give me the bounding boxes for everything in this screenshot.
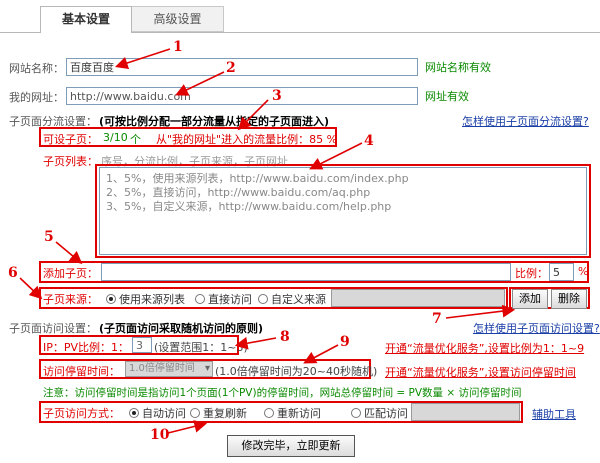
site-name-status: 网站名称有效 [425, 61, 491, 74]
submit-button[interactable]: 修改完毕，立即更新 [227, 435, 355, 457]
add-page-label: 添加子页： [43, 267, 98, 280]
pv-ratio-input[interactable] [132, 337, 152, 353]
notice-text: 注意：访问停留时间是指访问1个页面(1个PV)的停留时间，网站总停留时间 = P… [43, 387, 522, 399]
callout-10: 10 [150, 427, 170, 443]
traffic-ratio-text: 从"我的网址"进入的流量比例：85 % [156, 133, 338, 146]
site-name-input[interactable] [66, 58, 418, 76]
delete-button[interactable]: 删除 [551, 289, 587, 309]
visit-help-link[interactable]: 怎样使用子页面访问设置? [473, 320, 600, 336]
split-help-link[interactable]: 怎样使用子页面分流设置? [462, 113, 589, 129]
list-item: 2、5%，直接访问，http://www.baidu.com/aq.php [106, 186, 371, 199]
promo-link-ratio[interactable]: 开通“流量优化服务”,设置比例为1：1~9 [385, 340, 584, 356]
custom-source-input[interactable] [331, 289, 505, 307]
page-list-textarea[interactable]: 1、5%，使用来源列表，http://www.baidu.com/index.p… [99, 167, 587, 255]
visit-settings-note: (子页面访问采取随机访问的原则) [99, 322, 264, 335]
ratio-input[interactable] [549, 263, 574, 281]
stay-time-select[interactable]: 1.0倍停留时间 ▾ [125, 361, 213, 377]
pv-ratio-label: IP：PV比例：1： [43, 341, 130, 354]
mode-option-match[interactable]: 匹配访问 [351, 405, 408, 421]
radio-icon [106, 294, 116, 304]
site-name-label: 网站名称： [9, 62, 64, 75]
mode-option-refresh[interactable]: 重复刷新 [190, 405, 247, 421]
configurable-label: 可设子页： [43, 133, 98, 146]
site-url-label: 我的网址： [9, 91, 64, 104]
visit-mode-label: 子页访问方式： [43, 407, 120, 420]
source-option-list[interactable]: 使用来源列表 [106, 291, 185, 307]
tools-link[interactable]: 辅助工具 [532, 406, 576, 422]
radio-icon [195, 294, 205, 304]
source-option-direct[interactable]: 直接访问 [195, 291, 252, 307]
callout-5: 5 [44, 229, 54, 245]
callout-7: 7 [432, 311, 442, 327]
ratio-label: 比例： [515, 267, 548, 280]
site-url-status: 网址有效 [425, 90, 469, 103]
callout-9: 9 [340, 334, 350, 350]
chevron-down-icon: ▾ [204, 363, 210, 374]
radio-icon [190, 408, 200, 418]
tab-advanced-settings[interactable]: 高级设置 [132, 6, 224, 32]
tab-basic-settings[interactable]: 基本设置 [40, 6, 132, 33]
match-input[interactable] [411, 403, 520, 421]
callout-3: 3 [272, 88, 282, 104]
mode-option-revisit[interactable]: 重新访问 [264, 405, 321, 421]
list-item: 1、5%，使用来源列表，http://www.baidu.com/index.p… [106, 172, 409, 185]
pv-range-note: (设置范围1：1~3) [154, 341, 248, 354]
list-item: 3、5%，自定义来源，http://www.baidu.com/help.php [106, 200, 392, 213]
radio-icon [258, 294, 268, 304]
callout-8: 8 [280, 329, 290, 345]
configurable-unit: 个 [130, 133, 141, 146]
radio-icon [264, 408, 274, 418]
radio-icon [129, 408, 139, 418]
stay-time-label: 访问停留时间： [43, 365, 120, 378]
mode-option-auto[interactable]: 自动访问 [129, 405, 186, 421]
add-button[interactable]: 添加 [512, 289, 548, 309]
ratio-unit: % [578, 265, 589, 278]
promo-link-stay[interactable]: 开通“流量优化服务”,设置访问停留时间 [385, 364, 576, 380]
configurable-value: 3/10 [103, 131, 128, 144]
callout-1: 1 [173, 39, 183, 55]
page-list-label: 子页列表： [43, 155, 98, 168]
source-label: 子页来源： [43, 293, 98, 306]
callout-2: 2 [226, 60, 236, 76]
radio-icon [351, 408, 361, 418]
stay-time-note: (1.0倍停留时间为20~40秒随机) [215, 365, 378, 378]
source-option-custom[interactable]: 自定义来源 [258, 291, 326, 307]
add-page-input[interactable] [101, 263, 511, 281]
visit-settings-label: 子页面访问设置： [9, 322, 97, 335]
callout-4: 4 [364, 133, 374, 149]
site-url-input[interactable] [66, 87, 418, 105]
callout-6: 6 [8, 265, 18, 281]
